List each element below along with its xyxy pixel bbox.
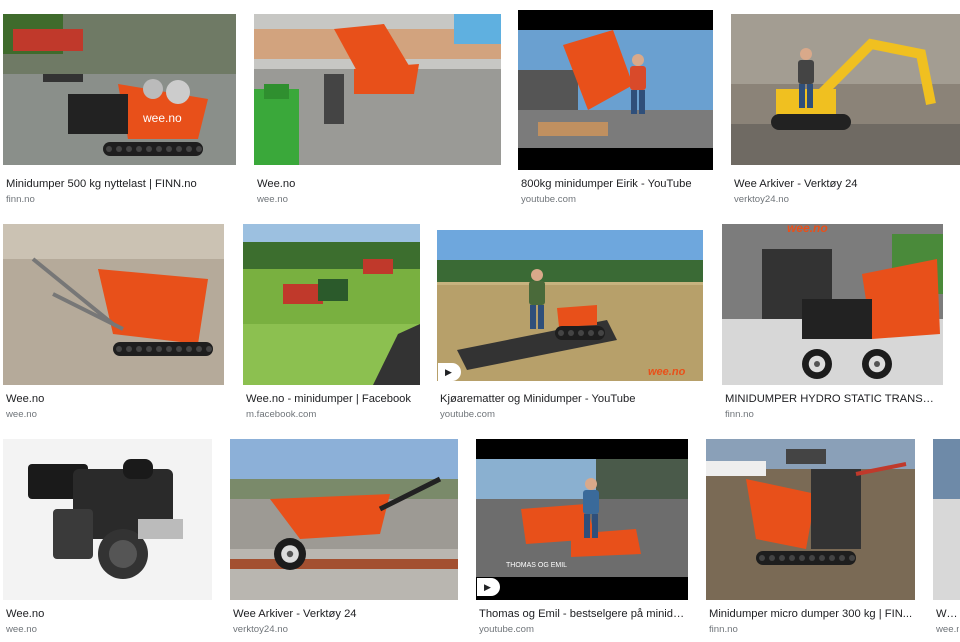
partial-image[interactable]	[933, 439, 960, 600]
result-title[interactable]: Kjøarematter og Minidumper - YouTube	[440, 392, 702, 406]
result-title[interactable]: Wee Arkiver - Verktøy 24	[734, 177, 959, 191]
result-source: wee.no	[6, 409, 37, 420]
result-source: youtube.com	[521, 194, 576, 205]
result-title[interactable]: Wee Arkiver - Verktøy 24	[233, 607, 457, 621]
result-title[interactable]: 800kg minidumper Eirik - YouTube	[521, 177, 712, 191]
dumper-indoor-floor-image[interactable]	[3, 224, 224, 385]
mini-excavator-image[interactable]	[731, 14, 960, 165]
result-title[interactable]: Wee.no	[6, 392, 223, 406]
wheeled-minidumper-image[interactable]: wee.no	[722, 224, 943, 385]
result-source: finn.no	[6, 194, 35, 205]
svg-text:wee.no: wee.no	[142, 111, 182, 125]
result-source: wee.no	[257, 194, 288, 205]
tracked-minidumper-image[interactable]: wee.no	[3, 14, 236, 165]
svg-text:THOMAS OG EMIL: THOMAS OG EMIL	[506, 562, 567, 569]
result-title[interactable]: Minidumper 500 kg nyttelast | FINN.no	[6, 177, 235, 191]
man-with-minidumper-image[interactable]	[518, 10, 713, 170]
result-source: youtube.com	[479, 624, 534, 635]
two-men-minidumpers-image[interactable]: THOMAS OG EMIL	[476, 439, 688, 600]
result-source: verktoy24.no	[233, 624, 288, 635]
minidumper-loading-gravel-image[interactable]	[254, 14, 501, 165]
result-title[interactable]: Minidumper micro dumper 300 kg | FIN...	[709, 607, 914, 621]
result-source: finn.no	[725, 409, 754, 420]
orange-wheelbarrow-image[interactable]	[230, 439, 458, 600]
man-on-ground-mats-image[interactable]: wee.no	[437, 230, 703, 381]
result-source: verktoy24.no	[734, 194, 789, 205]
result-title[interactable]: Wee.no - minidumper | Facebook	[246, 392, 419, 406]
result-title[interactable]: MINIDUMPER HYDRO STATIC TRANSMISJ...	[725, 392, 942, 406]
result-source: m.facebook.com	[246, 409, 317, 420]
result-source: youtube.com	[440, 409, 495, 420]
result-source: finn.no	[709, 624, 738, 635]
result-title[interactable]: Wee.no	[6, 607, 211, 621]
image-results-grid: wee.no Minidumper 500 kg nyttelast | FINN…	[0, 0, 960, 642]
result-title[interactable]: Thomas og Emil - bestselgere på minidu..…	[479, 607, 687, 621]
result-title[interactable]: Wee.	[936, 607, 959, 621]
petrol-engine-image[interactable]	[3, 439, 212, 600]
result-source: wee.n	[936, 624, 959, 635]
svg-text:wee.no: wee.no	[648, 366, 686, 378]
result-title[interactable]: Wee.no	[257, 177, 500, 191]
svg-text:wee.no: wee.no	[787, 224, 828, 235]
micro-dumper-gravel-image[interactable]	[706, 439, 915, 600]
result-source: wee.no	[6, 624, 37, 635]
tractor-field-image[interactable]	[243, 224, 420, 385]
